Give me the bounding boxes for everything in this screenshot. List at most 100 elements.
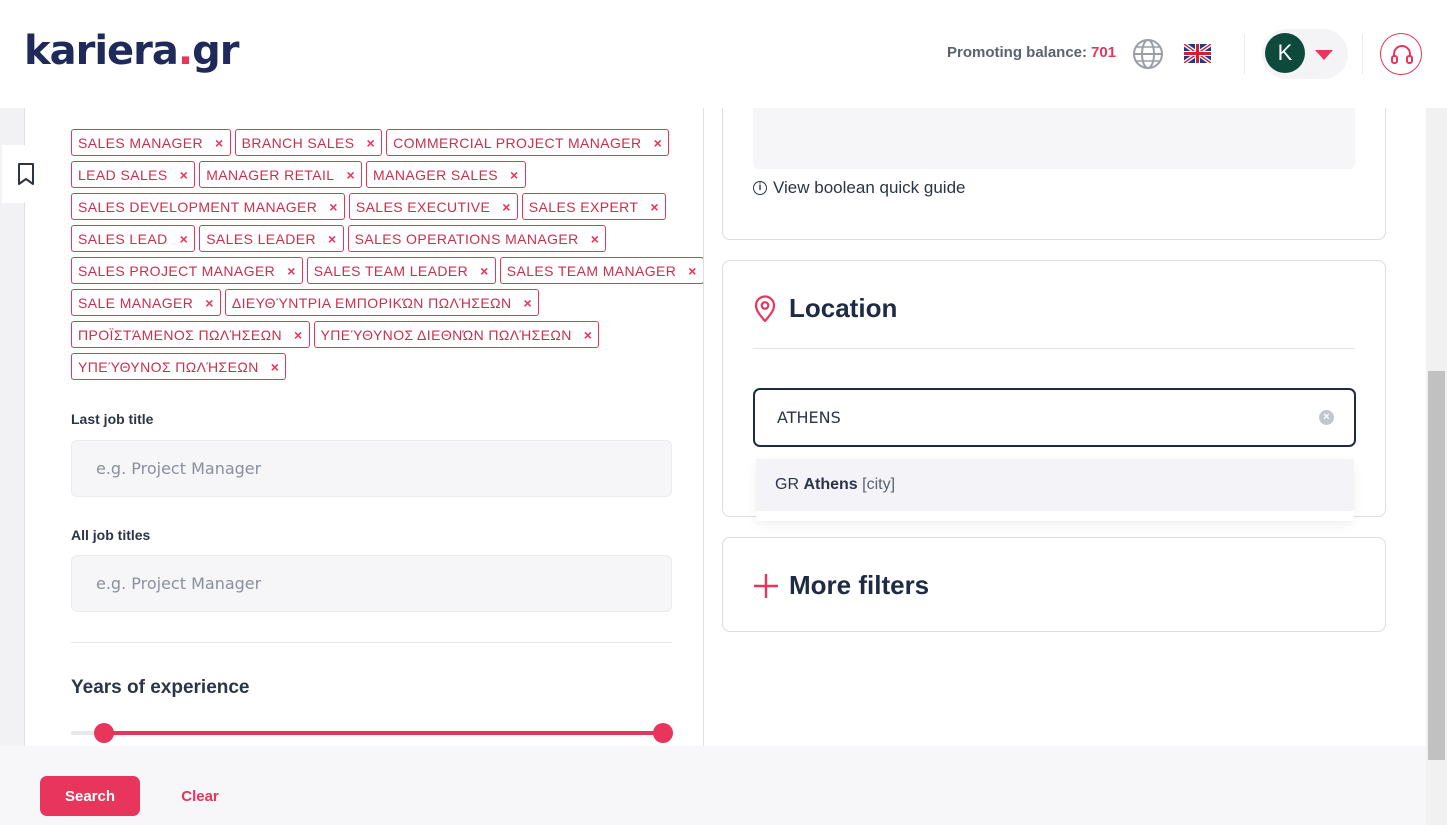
last-job-title-input[interactable] (72, 441, 671, 496)
location-title: Location (789, 293, 898, 323)
location-pin-icon (753, 295, 777, 328)
experience-slider-max-handle[interactable] (652, 723, 673, 743)
clear-input-icon[interactable]: × (1319, 410, 1334, 425)
tag-row: SALES DEVELOPMENT MANAGER × SALES EXECUTIV… (71, 193, 671, 220)
job-title-tag-label: SALES DEVELOPMENT MANAGER (78, 198, 318, 215)
search-button[interactable]: Search (40, 776, 140, 816)
job-title-tag-label: SALES EXECUTIVE (355, 198, 491, 215)
job-title-tag: SALES TEAM LEADER × (306, 257, 496, 284)
chevron-down-icon[interactable] (1315, 50, 1333, 60)
logo-dot: . (177, 28, 193, 74)
job-title-tag: SALES DEVELOPMENT MANAGER × (71, 193, 345, 220)
job-title-tag-label: SALES PROJECT MANAGER (78, 262, 276, 279)
more-filters-title: More filters (789, 570, 930, 600)
job-title-tag: ΠΡΟΪΣΤΆΜΕΝΟΣ ΠΩΛΉΣΕΩΝ × (71, 321, 310, 348)
job-title-tag-label: SALES LEAD (78, 230, 168, 247)
promoting-balance-value: 701 (1091, 44, 1117, 61)
remove-tag-icon[interactable]: × (591, 231, 600, 247)
job-title-tag-label: ΥΠΕΎΘΥΝΟΣ ΠΩΛΉΣΕΩΝ (78, 358, 259, 375)
job-title-tag: SALES LEADER × (199, 225, 344, 252)
suggestion-country: GR (775, 476, 799, 493)
job-title-tag-label: SALES LEADER (206, 230, 317, 247)
all-job-titles-field[interactable] (71, 555, 672, 612)
remove-tag-icon[interactable]: × (650, 199, 659, 215)
tag-row: ΥΠΕΎΘΥΝΟΣ ΠΩΛΉΣΕΩΝ × (71, 353, 671, 380)
remove-tag-icon[interactable]: × (294, 327, 303, 343)
avatar[interactable]: K (1265, 33, 1305, 73)
remove-tag-icon[interactable]: × (180, 231, 189, 247)
logo-tld: gr (192, 28, 239, 74)
remove-tag-icon[interactable]: × (584, 327, 593, 343)
years-of-experience-title: Years of experience (71, 677, 250, 698)
job-title-tag: SALES EXECUTIVE × (348, 193, 518, 220)
job-title-tag: ΥΠΕΎΘΥΝΟΣ ΠΩΛΉΣΕΩΝ × (71, 353, 287, 380)
job-title-tag-label: ΠΡΟΪΣΤΆΜΕΝΟΣ ΠΩΛΉΣΕΩΝ (78, 326, 282, 343)
uk-flag-icon[interactable] (1182, 42, 1213, 65)
header-divider (1244, 34, 1245, 74)
remove-tag-icon[interactable]: × (180, 167, 189, 183)
job-title-tag-label: ΥΠΕΎΘΥΝΟΣ ΔΙΕΘΝΏΝ ΠΩΛΉΣΕΩΝ (320, 326, 572, 343)
tag-row: SALES MANAGER × BRANCH SALES × COMMERCIAL PR… (71, 129, 671, 156)
remove-tag-icon[interactable]: × (346, 167, 355, 183)
job-title-tag: SALES LEAD × (71, 225, 196, 252)
remove-tag-icon[interactable]: × (287, 263, 296, 279)
filters-panel: i View boolean quick guide Location × Mo… (704, 78, 1426, 746)
location-suggestions: GR Athens [city] (756, 459, 1354, 521)
job-title-tag: SALE MANAGER × (71, 289, 221, 316)
remove-tag-icon[interactable]: × (688, 263, 697, 279)
remove-tag-icon[interactable]: × (215, 135, 224, 151)
remove-tag-icon[interactable]: × (654, 135, 663, 151)
job-title-tag-label: SALES TEAM LEADER (313, 262, 469, 279)
suggestion-city: Athens (803, 476, 858, 493)
experience-slider[interactable] (71, 723, 673, 743)
all-job-titles-label: All job titles (71, 527, 151, 543)
job-title-tag: MANAGER RETAIL × (199, 161, 363, 188)
job-title-tag: BRANCH SALES × (234, 129, 383, 156)
job-title-tag-label: SALES EXPERT (528, 198, 639, 215)
job-title-tag: SALES EXPERT × (521, 193, 666, 220)
job-title-tag-label: SALES OPERATIONS MANAGER (354, 230, 579, 247)
section-divider (71, 642, 672, 643)
location-divider (753, 348, 1355, 349)
user-menu[interactable]: K (1262, 29, 1348, 79)
job-title-tag: ΔΙΕΥΘΎΝΤΡΙΑ ΕΜΠΟΡΙΚΏΝ ΠΩΛΉΣΕΩΝ × (224, 289, 540, 316)
remove-tag-icon[interactable]: × (329, 199, 338, 215)
promoting-balance-label: Promoting balance: (947, 44, 1088, 61)
tag-row: SALE MANAGER × ΔΙΕΥΘΎΝΤΡΙΑ ΕΜΠΟΡΙΚΏΝ ΠΩΛΉΣ… (71, 289, 671, 316)
remove-tag-icon[interactable]: × (524, 295, 533, 311)
boolean-guide-link[interactable]: i View boolean quick guide (753, 178, 966, 198)
experience-slider-min-handle[interactable] (94, 723, 115, 743)
clear-button[interactable]: Clear (164, 776, 236, 816)
boolean-guide-text: View boolean quick guide (773, 178, 966, 197)
globe-icon[interactable] (1132, 38, 1164, 70)
remove-tag-icon[interactable]: × (502, 199, 511, 215)
last-job-title-field[interactable] (71, 440, 672, 497)
info-icon: i (753, 181, 767, 195)
page-scrollbar-thumb[interactable] (1428, 371, 1445, 760)
location-input[interactable] (755, 390, 1354, 445)
tag-row: LEAD SALES × MANAGER RETAIL × MANAGER SALES × (71, 161, 671, 188)
remove-tag-icon[interactable]: × (271, 359, 280, 375)
job-title-tag-label: LEAD SALES (78, 166, 168, 183)
job-title-tag: SALES OPERATIONS MANAGER × (347, 225, 607, 252)
logo-text: kariera (24, 28, 179, 74)
suggestion-type: [city] (862, 476, 896, 493)
location-field[interactable]: × (753, 388, 1356, 447)
job-title-tag-label: COMMERCIAL PROJECT MANAGER (393, 134, 642, 151)
last-job-title-label: Last job title (71, 411, 154, 427)
remove-tag-icon[interactable]: × (367, 135, 376, 151)
headset-icon[interactable] (1380, 33, 1422, 75)
location-suggestion-item[interactable]: GR Athens [city] (756, 459, 1354, 511)
job-title-tag: SALES MANAGER × (71, 129, 231, 156)
job-title-tag: ΥΠΕΎΘΥΝΟΣ ΔΙΕΘΝΏΝ ΠΩΛΉΣΕΩΝ × (313, 321, 600, 348)
remove-tag-icon[interactable]: × (510, 167, 519, 183)
remove-tag-icon[interactable]: × (480, 263, 489, 279)
job-title-tag-label: MANAGER SALES (373, 166, 499, 183)
promoting-balance: Promoting balance: 701 (947, 44, 1116, 61)
all-job-titles-input[interactable] (72, 556, 671, 611)
experience-slider-fill (104, 731, 663, 735)
remove-tag-icon[interactable]: × (205, 295, 214, 311)
kariera-logo[interactable]: kariera.gr (24, 28, 239, 74)
more-filters-card[interactable]: More filters (722, 537, 1386, 632)
remove-tag-icon[interactable]: × (328, 231, 337, 247)
